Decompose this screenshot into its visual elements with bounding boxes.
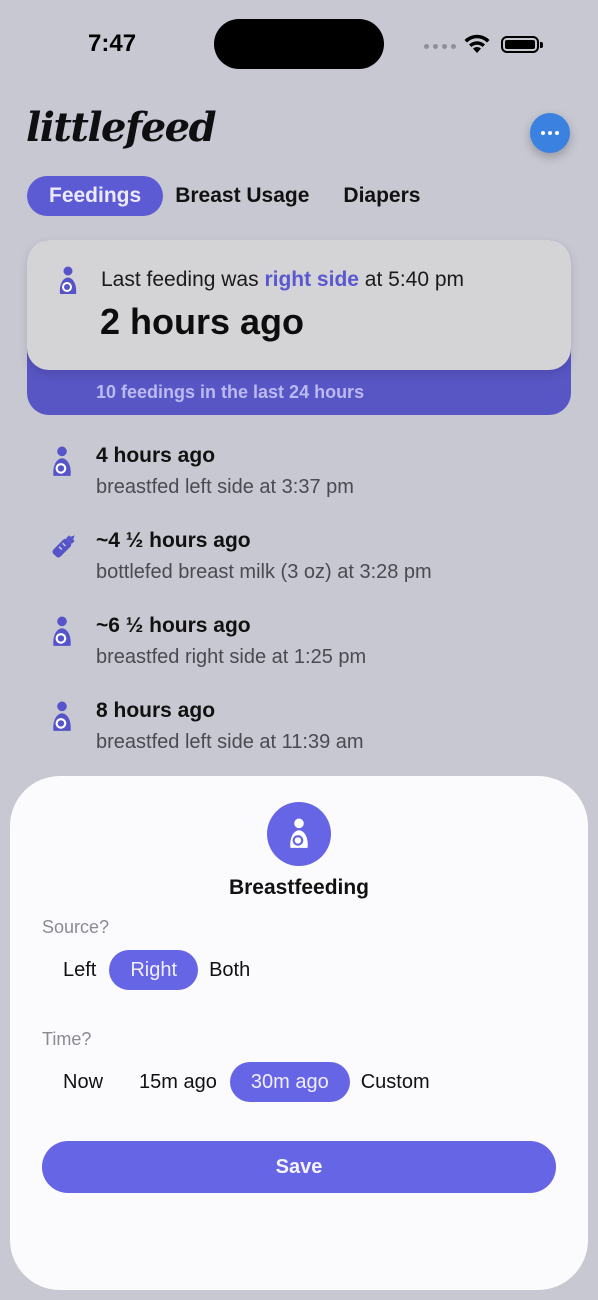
last-feeding-prefix: Last feeding was bbox=[101, 268, 265, 291]
wifi-icon bbox=[464, 34, 490, 53]
battery-icon bbox=[501, 36, 543, 53]
time-option-custom[interactable]: Custom bbox=[350, 1062, 443, 1102]
feeding-elapsed: 4 hours ago bbox=[96, 444, 216, 467]
list-item[interactable]: 8 hours ago breastfed left side at 11:39… bbox=[50, 699, 550, 769]
time-options: Now 15m ago 30m ago Custom bbox=[50, 1062, 443, 1102]
list-item[interactable]: 4 hours ago breastfed left side at 3:37 … bbox=[50, 444, 550, 514]
dynamic-island bbox=[214, 19, 384, 69]
feeding-detail: bottlefed breast milk (3 oz) at 3:28 pm bbox=[96, 561, 432, 583]
breastfeeding-icon bbox=[53, 701, 71, 731]
tab-breast-usage[interactable]: Breast Usage bbox=[163, 176, 321, 216]
last-feeding-card[interactable]: Last feeding was right side at 5:40 pm 2… bbox=[27, 240, 571, 370]
last-feeding-elapsed: 2 hours ago bbox=[100, 301, 305, 342]
feeding-detail: breastfed left side at 11:39 am bbox=[96, 731, 364, 753]
time-option-now[interactable]: Now bbox=[50, 1062, 116, 1102]
signal-icon bbox=[424, 44, 456, 49]
time-option-30m[interactable]: 30m ago bbox=[229, 1062, 350, 1102]
breastfeeding-icon bbox=[267, 802, 331, 866]
app-logo: littlefeed bbox=[26, 104, 217, 151]
more-options-button[interactable] bbox=[530, 113, 570, 153]
last-feeding-side: right side bbox=[264, 268, 359, 291]
source-option-both[interactable]: Both bbox=[198, 950, 263, 990]
last-feeding-time: at 5:40 pm bbox=[358, 268, 465, 291]
last-feeding-text: Last feeding was right side at 5:40 pm bbox=[101, 268, 464, 292]
source-label: Source? bbox=[42, 917, 110, 937]
app-screen: 7:47 littlefeed Feedings Breast Usage Di… bbox=[0, 0, 598, 1300]
bottle-icon bbox=[52, 535, 75, 558]
feeding-elapsed: ~6 ½ hours ago bbox=[96, 614, 251, 637]
sheet-title: Breastfeeding bbox=[228, 876, 370, 899]
list-item[interactable]: ~4 ½ hours ago bottlefed breast milk (3 … bbox=[50, 529, 550, 599]
time-label: Time? bbox=[42, 1029, 92, 1049]
feeding-detail: breastfed left side at 3:37 pm bbox=[96, 476, 354, 498]
breastfeeding-icon bbox=[53, 446, 71, 476]
feeding-detail: breastfed right side at 1:25 pm bbox=[96, 646, 367, 668]
feeding-elapsed: ~4 ½ hours ago bbox=[96, 529, 251, 552]
status-time: 7:47 bbox=[88, 30, 137, 57]
tab-bar: Feedings Breast Usage Diapers bbox=[27, 176, 432, 216]
breastfeeding-icon bbox=[53, 616, 71, 646]
list-item[interactable]: ~6 ½ hours ago breastfed right side at 1… bbox=[50, 614, 550, 684]
source-option-left[interactable]: Left bbox=[50, 950, 109, 990]
source-options: Left Right Both bbox=[50, 950, 263, 990]
ellipsis-icon bbox=[541, 131, 545, 135]
source-option-right[interactable]: Right bbox=[109, 950, 199, 990]
tab-diapers[interactable]: Diapers bbox=[331, 176, 432, 216]
feeding-elapsed: 8 hours ago bbox=[96, 699, 216, 722]
breastfeeding-icon bbox=[59, 266, 77, 294]
log-feeding-sheet: Breastfeeding Source? Left Right Both Ti… bbox=[10, 776, 588, 1290]
tab-feedings[interactable]: Feedings bbox=[27, 176, 164, 216]
save-button[interactable]: Save bbox=[42, 1141, 556, 1193]
time-option-15m[interactable]: 15m ago bbox=[126, 1062, 230, 1102]
feeding-count: 10 feedings in the last 24 hours bbox=[96, 382, 365, 402]
